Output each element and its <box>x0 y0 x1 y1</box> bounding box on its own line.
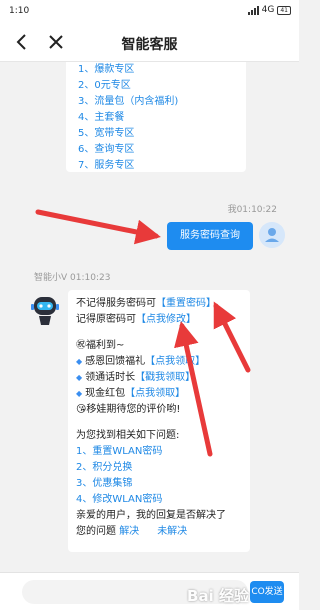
menu-bubble: 1、爆款专区 2、0元专区 3、流量包（内含福利) 4、主套餐 5、宽带专区 6… <box>66 62 246 172</box>
unsolved-link[interactable]: 未解决 <box>157 526 187 537</box>
menu-item[interactable]: 6、查询专区 <box>78 142 236 158</box>
send-button[interactable]: CO发送 <box>250 581 284 603</box>
diamond-icon: ◆ <box>76 389 83 398</box>
menu-item[interactable]: 5、宽带专区 <box>78 126 236 142</box>
status-icons: 4G 41 <box>247 5 291 15</box>
nav-header: 智能客服 <box>0 24 299 62</box>
page-title: 智能客服 <box>121 37 178 53</box>
diamond-icon: ◆ <box>76 373 83 382</box>
related-title: 为您找到相关如下问题: <box>76 430 180 441</box>
reply-text: 不记得服务密码可 <box>76 298 156 309</box>
reply-line: 不记得服务密码可【重置密码】 <box>76 296 242 312</box>
diamond-icon: ◆ <box>76 357 83 366</box>
user-timestamp: 我01:10:22 <box>227 205 277 215</box>
bot-robot-avatar-icon <box>31 297 59 325</box>
menu-item[interactable]: 3、流量包（内含福利) <box>78 94 236 110</box>
solved-link[interactable]: 解决 <box>119 526 139 537</box>
perk-line: ◆ 感恩回馈福礼【点我领取】 <box>76 354 242 370</box>
reply-text: 记得原密码可 <box>76 314 136 325</box>
message-input[interactable] <box>22 580 248 604</box>
perk-link[interactable]: 【戳我领取】 <box>135 372 195 383</box>
related-question[interactable]: 2、积分兑换 <box>76 460 242 476</box>
menu-item[interactable]: 4、主套餐 <box>78 110 236 126</box>
feedback-text: 您的问题 <box>76 526 116 537</box>
menu-item[interactable]: 7、服务专区 <box>78 158 236 174</box>
feedback-line: 亲爱的用户，我的回复是否解决了 <box>76 510 226 521</box>
related-question[interactable]: 1、重置WLAN密码 <box>76 444 242 460</box>
battery-icon: 41 <box>277 5 291 15</box>
menu-item[interactable]: 1、爆款专区 <box>78 62 236 78</box>
feedback-line: 您的问题 解决 未解决 <box>76 524 242 540</box>
perk-text: 现金红包 <box>85 388 126 399</box>
user-message-bubble: 服务密码查询 <box>167 222 253 250</box>
related-question[interactable]: 4、修改WLAN密码 <box>76 492 242 508</box>
signal-icon <box>247 5 259 15</box>
chat-area[interactable]: 1、爆款专区 2、0元专区 3、流量包（内含福利) 4、主套餐 5、宽带专区 6… <box>0 62 299 572</box>
perk-line: ◆ 领通话时长【戳我领取】 <box>76 370 242 386</box>
reset-password-link[interactable]: 【重置密码】 <box>156 298 216 309</box>
perk-link[interactable]: 【点我领取】 <box>145 356 205 367</box>
perk-link[interactable]: 【点我领取】 <box>125 388 185 399</box>
menu-item[interactable]: 2、0元专区 <box>78 78 236 94</box>
welfare-title: ㊗福利到~ <box>76 340 125 351</box>
network-label: 4G <box>261 5 275 15</box>
bot-reply-bubble: 不记得服务密码可【重置密码】 记得原密码可【点我修改】 ㊗福利到~ ◆ 感恩回馈福… <box>68 290 250 552</box>
perk-text: 感恩回馈福礼 <box>85 356 146 367</box>
perk-line: ◆ 现金红包【点我领取】 <box>76 386 242 402</box>
reply-line: 记得原密码可【点我修改】 <box>76 312 242 328</box>
rating-line: 😘移娃期待您的评价哟! <box>76 404 181 415</box>
status-time: 1:10 <box>9 6 30 16</box>
related-question[interactable]: 3、优惠集锦 <box>76 476 242 492</box>
user-avatar-icon <box>259 222 285 248</box>
status-bar: 1:10 4G 41 <box>0 0 299 24</box>
perk-text: 领通话时长 <box>85 372 136 383</box>
composer-bar: CO发送 <box>0 572 299 610</box>
modify-password-link[interactable]: 【点我修改】 <box>136 314 196 325</box>
bot-name-time: 智能小V 01:10:23 <box>34 273 111 283</box>
